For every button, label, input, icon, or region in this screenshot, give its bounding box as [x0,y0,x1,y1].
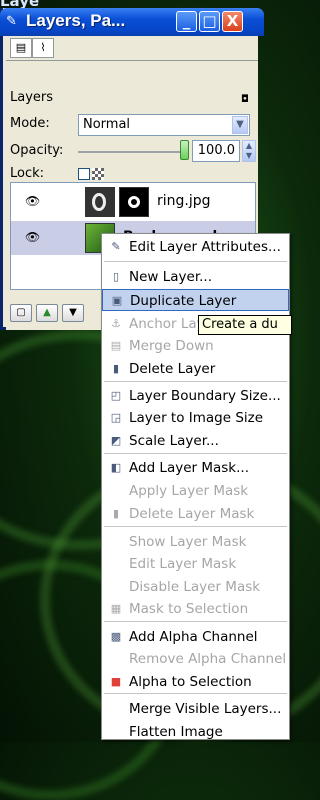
menu-item[interactable]: ◰ Layer Boundary Size... [102,385,289,407]
menu-item-label: Mask to Selection [129,601,249,617]
lower-layer-button[interactable]: ▼ [62,304,84,322]
menu-item[interactable]: ▣ Duplicate Layer [102,289,289,311]
menu-item-label: Duplicate Layer [130,293,237,309]
layer-mask-thumbnail [119,187,149,217]
menu-item[interactable]: Merge Visible Layers... [102,698,289,720]
layer-thumbnail [85,187,115,217]
menu-item-label: Delete Layer Mask [129,506,255,522]
menu-item-label: Merge Down [129,338,214,354]
opacity-slider-track[interactable] [78,151,180,153]
menu-item[interactable]: ◩ Scale Layer... [102,430,289,452]
menu-item-label: Scale Layer... [129,433,219,449]
delete-icon: ▮ [112,362,120,375]
anchor-icon: ⚓ [111,317,121,330]
menu-separator [104,381,287,382]
menu-item[interactable]: Show Layer Mask [102,531,289,553]
menu-item-label: Edit Layer Attributes... [129,239,281,255]
menu-separator [104,621,287,622]
alpha-selection-icon: ■ [110,675,122,688]
mode-value: Normal [83,117,131,132]
menu-item[interactable]: Remove Alpha Channel [102,648,289,670]
edit-icon: ✎ [111,240,121,253]
menu-item-label: Delete Layer [129,361,216,377]
alpha-channel-icon: ▩ [110,630,122,643]
eye-icon[interactable]: 👁 [25,230,40,244]
add-mask-icon: ◧ [110,461,122,474]
section-label: Layers [10,90,54,105]
mode-select[interactable]: Normal ▼ [78,114,250,136]
menu-item-label: Show Layer Mask [129,534,247,550]
menu-separator [104,526,287,527]
menu-item[interactable]: ✎ Edit Layer Attributes... [102,236,289,258]
menu-item-label: Add Layer Mask... [129,460,250,476]
menu-item[interactable]: ▦ Mask to Selection [102,598,289,620]
lock-pixels-checkbox[interactable] [78,168,90,180]
menu-item[interactable]: Apply Layer Mask [102,480,289,502]
boundary-icon: ◰ [110,389,122,402]
scale-icon: ◩ [110,434,122,447]
layer-to-image-icon: ◲ [110,411,122,424]
layer-context-menu: ✎ Edit Layer Attributes... ▯ New Layer... ▣ D… [101,233,290,740]
eye-icon[interactable]: 👁 [25,194,40,208]
tab-menu-icon[interactable]: ◘ [241,94,249,105]
duplicate-icon: ▣ [111,294,123,307]
menu-item[interactable]: Flatten Image [102,721,289,743]
menu-item-label: Add Alpha Channel [129,629,258,645]
menu-item-label: Merge Visible Layers... [129,701,282,717]
tooltip: Create a du [198,315,292,335]
menu-item[interactable]: ▮ Delete Layer [102,358,289,380]
menu-item-label: Remove Alpha Channel [129,651,287,667]
menu-item-label: Apply Layer Mask [129,483,249,499]
menu-item[interactable]: ■ Alpha to Selection [102,671,289,693]
lock-alpha-checker-icon [92,168,104,180]
delete-mask-icon: ▮ [112,507,120,520]
menu-item-label: Layer Boundary Size... [129,388,281,404]
menu-item-label: Flatten Image [129,724,223,740]
mask-selection-icon: ▦ [110,602,122,615]
menu-item[interactable]: Disable Layer Mask [102,576,289,598]
close-button[interactable]: X [222,11,243,32]
merge-down-icon: ▤ [110,339,122,352]
menu-item[interactable]: ▩ Add Alpha Channel [102,626,289,648]
menu-item[interactable]: ◲ Layer to Image Size [102,407,289,429]
raise-layer-button[interactable]: ▲ [36,304,58,322]
menu-item[interactable]: ◧ Add Layer Mask... [102,457,289,479]
menu-item-label: Alpha to Selection [129,674,252,690]
minimize-button[interactable]: _ [176,11,197,32]
maximize-button[interactable]: □ [199,11,220,32]
opacity-spinbox[interactable]: 100.0 [192,140,240,162]
menu-item[interactable]: ▤ Merge Down [102,335,289,357]
title-bar[interactable]: ✎ Layers, Pa... _ □ X [0,8,264,36]
new-layer-button[interactable]: ▢ [10,304,32,322]
window-title: Layers, Pa... [26,11,126,30]
gimp-app-icon: ✎ [6,14,17,29]
tab-layers[interactable]: ▤ [10,38,32,58]
menu-item-label: Edit Layer Mask [129,556,237,572]
menu-separator [104,693,287,694]
menu-item-label: Layer to Image Size [129,410,264,426]
chevron-down-icon[interactable]: ▼ [232,116,248,134]
layer-name: ring.jpg [157,193,211,209]
tab-paths[interactable]: ⌇ [32,38,54,58]
menu-item[interactable]: ▯ New Layer... [102,266,289,288]
opacity-stepper[interactable]: ▲ ▼ [242,140,256,162]
menu-item-label: New Layer... [129,269,213,285]
lock-label: Lock: [10,166,45,181]
new-layer-icon: ▯ [112,270,120,283]
menu-item[interactable]: Edit Layer Mask [102,553,289,575]
menu-separator [104,261,287,262]
menu-item-label: Disable Layer Mask [129,579,261,595]
menu-item[interactable]: ▮ Delete Layer Mask [102,503,289,525]
opacity-slider-handle[interactable] [180,140,189,160]
mode-label: Mode: [10,116,50,131]
opacity-label: Opacity: [10,143,64,158]
layer-row[interactable]: 👁 ring.jpg [11,185,255,219]
menu-separator [104,453,287,454]
